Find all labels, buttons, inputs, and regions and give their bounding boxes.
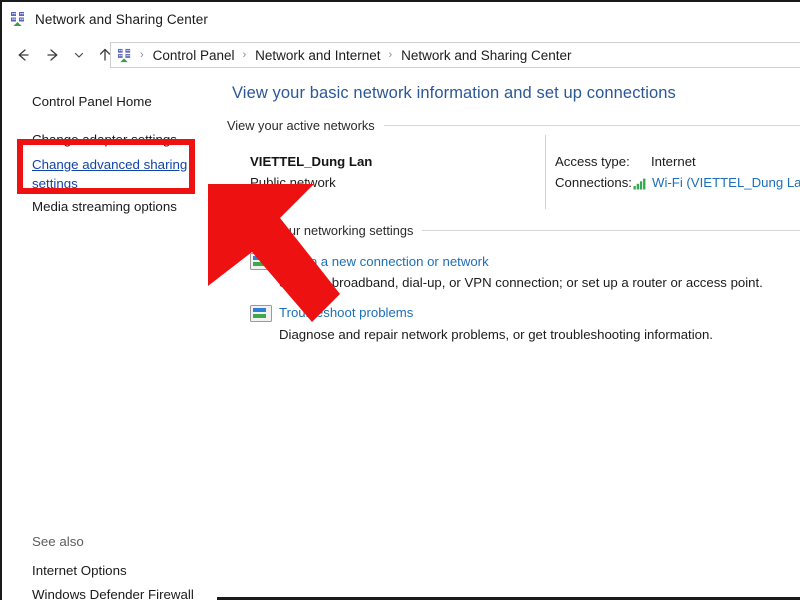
- networking-settings-section-header: Change your networking settings: [227, 223, 800, 238]
- network-sharing-center-window: Network and Sharing Center › Control Pan…: [0, 0, 800, 600]
- networking-settings-label: Change your networking settings: [227, 223, 414, 238]
- sidebar-item-change-advanced-sharing-settings[interactable]: Change advanced sharing: [32, 157, 187, 172]
- sidebar-item-control-panel-home[interactable]: Control Panel Home: [32, 94, 152, 109]
- breadcrumb-separator: ›: [242, 49, 247, 61]
- sidebar-item-change-advanced-sharing-settings-line2[interactable]: settings: [32, 176, 78, 191]
- sidebar-item-media-streaming-options[interactable]: Media streaming options: [32, 199, 177, 214]
- setup-new-connection-link[interactable]: Set up a new connection or network: [279, 254, 489, 269]
- breadcrumb-separator: ›: [140, 49, 144, 61]
- wifi-signal-icon: [633, 177, 648, 190]
- address-bar[interactable]: › Control Panel › Network and Internet ›…: [110, 42, 800, 68]
- main-content-pane: View your basic network information and …: [217, 76, 800, 600]
- access-type-label: Access type:: [555, 154, 630, 169]
- back-arrow-icon[interactable]: [8, 40, 38, 70]
- see-also-heading: See also: [32, 534, 84, 549]
- breadcrumb-path-icon: [117, 48, 132, 63]
- chevron-down-icon[interactable]: [68, 40, 90, 70]
- connections-value-link[interactable]: Wi-Fi (VIETTEL_Dung Lan): [652, 175, 800, 190]
- section-divider: [422, 230, 800, 231]
- breadcrumb-control-panel[interactable]: Control Panel: [151, 48, 237, 63]
- breadcrumb-network-and-sharing-center[interactable]: Network and Sharing Center: [399, 48, 573, 63]
- troubleshoot-problems-link[interactable]: Troubleshoot problems: [279, 305, 413, 320]
- forward-arrow-icon[interactable]: [38, 40, 68, 70]
- see-also-item-internet-options[interactable]: Internet Options: [32, 563, 127, 578]
- breadcrumb-network-and-internet[interactable]: Network and Internet: [253, 48, 382, 63]
- see-also-item-windows-defender-firewall[interactable]: Windows Defender Firewall: [32, 587, 194, 600]
- left-navigation-pane: Control Panel Home Change adapter settin…: [2, 76, 217, 600]
- active-network-name: VIETTEL_Dung Lan: [250, 154, 373, 169]
- setup-new-connection-description: Set up a broadband, dial-up, or VPN conn…: [279, 275, 763, 290]
- window-title: Network and Sharing Center: [35, 11, 208, 27]
- section-divider: [383, 125, 800, 126]
- troubleshoot-problems-description: Diagnose and repair network problems, or…: [279, 327, 713, 342]
- active-networks-section-header: View your active networks: [227, 118, 800, 133]
- connections-label: Connections:: [555, 175, 632, 190]
- active-networks-label: View your active networks: [227, 118, 375, 133]
- network-details-divider: [545, 135, 546, 209]
- page-title: View your basic network information and …: [232, 84, 676, 102]
- setup-connection-icon: [250, 252, 272, 272]
- breadcrumb-separator: ›: [388, 49, 393, 61]
- sidebar-item-change-adapter-settings[interactable]: Change adapter settings: [32, 132, 177, 147]
- title-bar: Network and Sharing Center: [2, 2, 800, 36]
- access-type-value: Internet: [651, 154, 696, 169]
- active-network-type: Public network: [250, 175, 336, 190]
- troubleshoot-icon: [250, 304, 272, 324]
- network-sharing-icon: [10, 11, 26, 27]
